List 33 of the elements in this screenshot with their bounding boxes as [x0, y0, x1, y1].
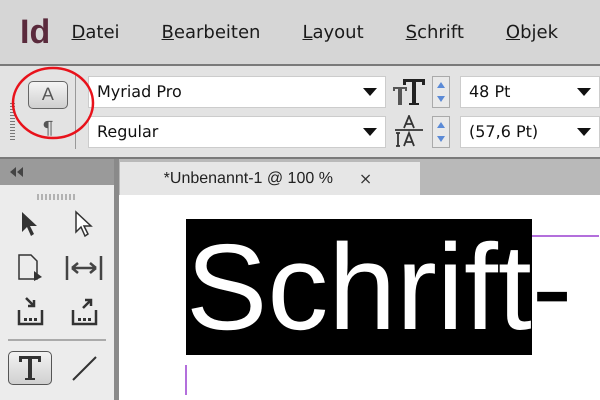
- font-size-field[interactable]: 48 Pt: [460, 76, 600, 108]
- menu-item[interactable]: Bearbeiten: [162, 22, 260, 42]
- panel-grip[interactable]: [37, 193, 77, 201]
- type-icon: [17, 354, 43, 382]
- dropdown-caret-icon[interactable]: [363, 128, 377, 136]
- font-size-icon: [392, 76, 426, 106]
- menu-item[interactable]: Layout: [302, 22, 364, 42]
- page-icon: [16, 253, 44, 283]
- tray-arrow-icon: [15, 296, 45, 328]
- menu-item[interactable]: Objek: [506, 22, 558, 42]
- panel-grip[interactable]: [10, 102, 15, 140]
- tool-button[interactable]: [8, 351, 52, 385]
- leading-field[interactable]: (57,6 Pt): [460, 116, 600, 148]
- character-mode-button[interactable]: A: [28, 80, 68, 108]
- document-tab[interactable]: *Unbenannt-1 @ 100 % ×: [120, 162, 420, 195]
- collapse-icon[interactable]: [10, 167, 24, 177]
- double-arrow-icon: [64, 254, 104, 282]
- line-icon: [70, 354, 98, 382]
- leading-icon: [392, 114, 426, 146]
- paragraph-mode-button[interactable]: ¶: [28, 114, 68, 142]
- app-logo: Id: [20, 12, 52, 52]
- stepper-control[interactable]: [432, 76, 450, 108]
- font-family-field[interactable]: Myriad Pro: [88, 76, 386, 108]
- font-style-field[interactable]: Regular: [88, 116, 386, 148]
- hollow-arrow-icon: [73, 210, 95, 238]
- menu-item[interactable]: Schrift: [406, 22, 464, 42]
- tray-arrow-icon: [69, 296, 99, 328]
- dropdown-caret-icon[interactable]: [577, 128, 591, 136]
- menu-item[interactable]: Datei: [72, 22, 120, 42]
- stepper-control[interactable]: [432, 116, 450, 148]
- close-button[interactable]: ×: [354, 169, 376, 188]
- dropdown-caret-icon[interactable]: [363, 88, 377, 96]
- dropdown-caret-icon[interactable]: [577, 88, 591, 96]
